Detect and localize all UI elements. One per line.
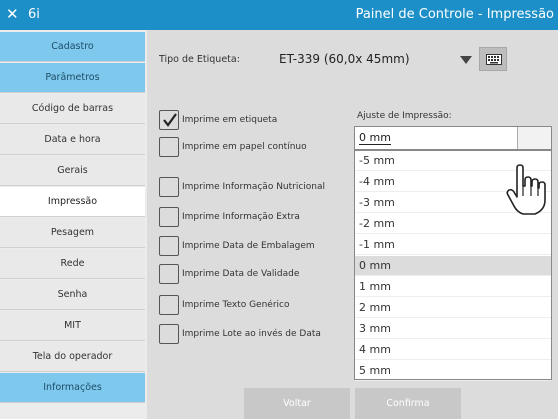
sidebar-item-senha[interactable]: Senha [0,280,145,310]
print-adjust-label: Ajuste de Impressão: [357,111,452,121]
dropdown-option[interactable]: 2 mm [355,298,551,318]
sidebar-item-rede[interactable]: Rede [0,249,145,279]
page-title: Painel de Controle - Impressão [355,7,554,22]
checkbox[interactable] [159,324,179,344]
option-label: Imprime Informação Extra [182,212,300,222]
dropdown-option[interactable]: 3 mm [355,319,551,339]
sidebar-item-data-e-hora[interactable]: Data e hora [0,125,145,155]
dropdown-option[interactable]: -2 mm [355,214,551,234]
checkbox[interactable] [159,295,179,315]
checkbox[interactable] [159,110,179,130]
dropdown-toggle-button[interactable] [517,127,551,149]
option-label: Imprime Data de Validade [182,269,300,279]
checkbox[interactable] [159,236,179,256]
option-label: Imprime em papel contínuo [182,142,307,152]
sidebar-item-parametros[interactable]: Parâmetros [0,63,145,93]
sidebar-item-mit[interactable]: MIT [0,311,145,341]
dropdown-option[interactable]: 4 mm [355,340,551,360]
option-label: Imprime em etiqueta [182,115,278,125]
dropdown-option[interactable]: 1 mm [355,277,551,297]
label-type-label: Tipo de Etiqueta: [159,54,240,65]
close-icon[interactable]: ✕ [6,5,19,23]
keyboard-icon [486,54,502,65]
confirm-button[interactable]: Confirma [355,388,461,419]
sidebar-item-gerais[interactable]: Gerais [0,156,145,186]
chevron-down-icon [460,56,472,64]
sidebar: Cadastro Parâmetros Código de barras Dat… [0,30,147,419]
option-label: Imprime Texto Genérico [182,300,290,310]
checkbox[interactable] [159,264,179,284]
dropdown-option[interactable]: -1 mm [355,235,551,255]
checkbox[interactable] [159,137,179,157]
back-button[interactable]: Voltar [244,388,350,419]
main-panel: Tipo de Etiqueta: ET-339 (60,0x 45mm) Im… [147,30,558,419]
label-type-select[interactable]: ET-339 (60,0x 45mm) [277,48,472,70]
sidebar-item-tela-do-operador[interactable]: Tela do operador [0,342,145,372]
sidebar-item-cadastro[interactable]: Cadastro [0,32,145,62]
keyboard-button[interactable] [479,47,507,71]
option-label: Imprime Lote ao invés de Data [182,329,321,339]
dropdown-option[interactable]: 5 mm [355,361,551,381]
option-label: Imprime Informação Nutricional [182,182,326,192]
option-label: Imprime Data de Embalagem [182,241,315,251]
print-adjust-value: 0 mm [359,131,391,145]
hand-cursor-icon [506,164,546,215]
sidebar-item-impressao[interactable]: Impressão [0,187,145,217]
print-adjust-select[interactable]: 0 mm [354,126,552,150]
dropdown-option-selected[interactable]: 0 mm [355,256,551,276]
label-type-value: ET-339 (60,0x 45mm) [279,52,410,66]
checkbox[interactable] [159,207,179,227]
sidebar-item-informacoes[interactable]: Informações [0,373,145,403]
checkbox[interactable] [159,177,179,197]
title-bar: ✕ 6i Painel de Controle - Impressão [0,0,558,30]
sidebar-item-codigo-de-barras[interactable]: Código de barras [0,94,145,124]
app-name: 6i [28,7,40,22]
checkmark-icon [163,113,177,127]
sidebar-item-pesagem[interactable]: Pesagem [0,218,145,248]
